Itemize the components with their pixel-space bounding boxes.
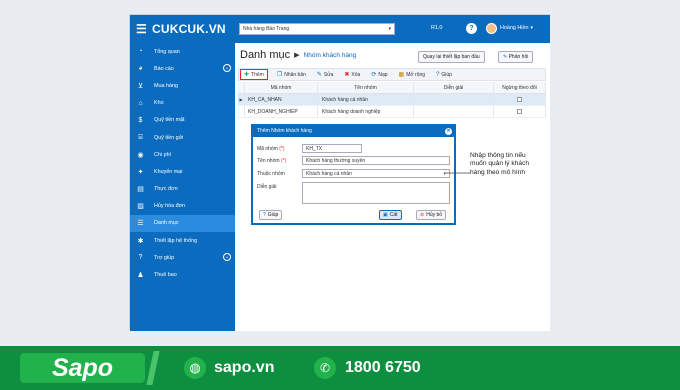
phone-icon: ✆ [314, 357, 336, 379]
footer-divider [146, 351, 160, 385]
annotation-leader-line [446, 172, 470, 174]
footer-phone[interactable]: 1800 6750 [345, 359, 421, 377]
globe-icon: ◍ [184, 357, 206, 379]
footer-banner: Sapo ◍ sapo.vn ✆ 1800 6750 [0, 346, 680, 390]
footer-website[interactable]: sapo.vn [214, 359, 274, 377]
sapo-logo: Sapo [20, 353, 145, 383]
annotation-note: Nhập thông tin nếu muốn quản lý khách hà… [470, 152, 530, 176]
